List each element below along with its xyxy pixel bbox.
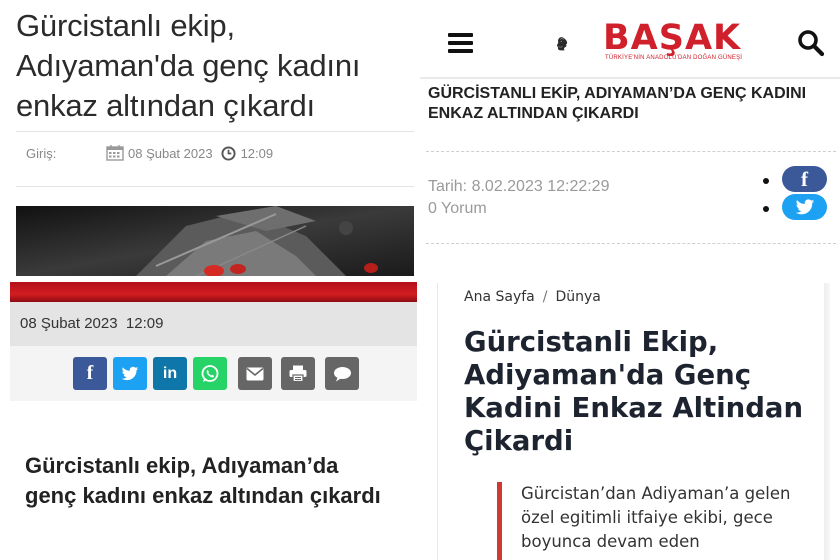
rubble-photo (16, 206, 414, 276)
hamburger-menu-icon[interactable] (448, 33, 473, 53)
ataturk-silhouette-logo[interactable] (555, 16, 603, 70)
article-date: 08 Şubat 2023 12:09 (20, 315, 164, 332)
article-date: Tarih: 8.02.2023 12:22:29 (428, 178, 610, 195)
breadcrumb: Ana Sayfa / Dünya (464, 289, 601, 305)
meta-date: 08 Şubat 2023 (128, 145, 213, 161)
bullet (763, 206, 769, 212)
article-title: Gürcistanli Ekip, Adiyaman'da Genç Kadin… (464, 326, 804, 457)
breadcrumb-separator: / (542, 289, 548, 305)
facebook-share-button[interactable]: f (782, 166, 827, 192)
article-summary: Gürcistan’dan Adiyaman’a gelen özel egit… (521, 484, 791, 551)
article-title: Gürcistanlı ekip, Adıyaman’da genç kadın… (25, 453, 381, 508)
bullet (763, 178, 769, 184)
envelope-icon (246, 367, 264, 380)
breadcrumb-category[interactable]: Dünya (555, 289, 600, 305)
site-logo-text[interactable]: BAŞAK (603, 18, 741, 58)
divider (16, 186, 414, 187)
facebook-share-button[interactable]: f (73, 357, 107, 390)
article-photo (16, 206, 414, 276)
calendar-icon (106, 145, 124, 161)
meta-label: Giriş: (26, 145, 57, 161)
card-border (437, 283, 438, 560)
whatsapp-icon (201, 364, 219, 382)
twitter-share-button[interactable] (113, 357, 147, 390)
search-icon[interactable] (797, 29, 825, 57)
print-button[interactable] (281, 357, 315, 390)
header-divider (420, 77, 840, 79)
speech-bubble-icon (333, 366, 351, 381)
twitter-icon (795, 198, 814, 214)
divider (16, 131, 414, 132)
facebook-icon: f (801, 166, 808, 191)
red-banner (10, 282, 417, 302)
clock-icon (221, 145, 236, 161)
article-title: GÜRCİSTANLI EKİP, ADIYAMAN’DA GENÇ KADIN… (428, 85, 807, 122)
twitter-icon (121, 366, 139, 380)
email-share-button[interactable] (238, 357, 272, 390)
linkedin-icon: in (162, 364, 178, 382)
comment-count[interactable]: 0 Yorum (428, 200, 487, 218)
linkedin-share-button[interactable]: in (153, 357, 187, 390)
dashed-divider (426, 243, 836, 244)
site-slogan: TÜRKİYE'NİN ANADOLU'DAN DOĞAN GÜNEŞİ (605, 55, 743, 61)
breadcrumb-home[interactable]: Ana Sayfa (464, 289, 535, 305)
printer-icon (289, 365, 307, 382)
whatsapp-share-button[interactable] (193, 357, 227, 390)
meta-time: 12:09 (240, 145, 274, 161)
facebook-icon: f (86, 362, 94, 384)
article-title: Gürcistanlı ekip, Adıyaman'da genç kadın… (16, 8, 361, 123)
comment-button[interactable] (325, 357, 359, 390)
card-border (824, 283, 830, 560)
quote-bar (497, 482, 502, 560)
article-meta: Giriş: 08 Şubat 2023 12:09 (26, 142, 416, 164)
dashed-divider (426, 151, 836, 152)
twitter-share-button[interactable] (782, 194, 827, 220)
